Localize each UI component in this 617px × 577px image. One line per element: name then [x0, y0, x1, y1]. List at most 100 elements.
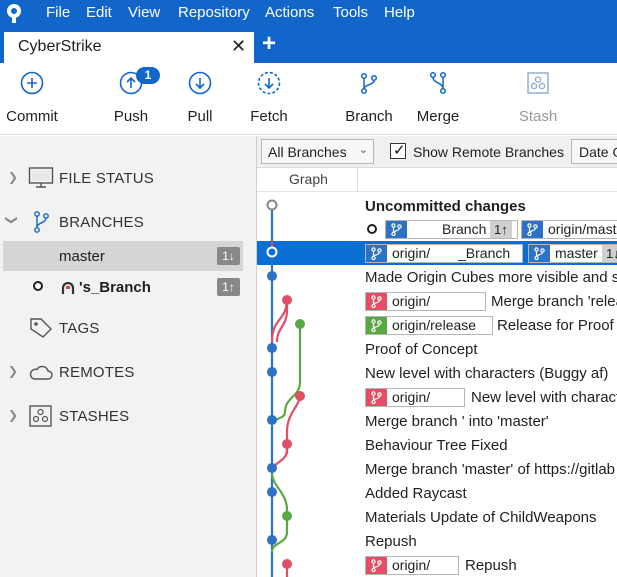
sidebar: ❯ FILE STATUS ❯ BRANCHES master 1↓ 's_Br…	[0, 136, 256, 577]
merge-button[interactable]: Merge	[403, 63, 473, 135]
new-tab-button[interactable]: +	[262, 32, 276, 56]
branch-label-text: Branch	[442, 221, 487, 237]
stash-button[interactable]: Stash	[503, 63, 573, 135]
branch-label-text: master	[555, 245, 598, 261]
commit-node	[282, 295, 292, 305]
sidebar-section-remotes[interactable]: ❯ REMOTES	[0, 356, 256, 388]
remote-label-chip[interactable]: origin/	[365, 292, 486, 311]
merge-icon	[429, 71, 447, 95]
branch-label-chip[interactable]: Branch 1↑	[385, 220, 518, 239]
branch-label-text: origin/release	[392, 317, 477, 333]
commit-node	[267, 487, 277, 497]
fetch-icon	[257, 71, 281, 95]
graph-lines	[270, 206, 302, 577]
commit-node	[267, 271, 277, 281]
remote-label-chip[interactable]: origin/release	[365, 316, 493, 335]
toolbar: Commit Push 1 Pull Fetch Branch Merge St…	[0, 63, 617, 135]
commit-node	[282, 511, 292, 521]
remotes-label: REMOTES	[59, 364, 135, 381]
uncommitted-node	[266, 199, 278, 211]
commit-label: Commit	[6, 108, 58, 125]
branch-icon	[366, 389, 387, 406]
graph-column-header[interactable]: Graph	[289, 171, 328, 187]
commit-message: Merge branch 'relea	[491, 293, 617, 310]
remote-label-chip[interactable]: origin/	[365, 556, 459, 575]
branch-label-text: origin/	[392, 293, 431, 309]
branch-behind-badge: 1↓	[217, 247, 240, 265]
tags-label: TAGS	[59, 320, 100, 337]
sidebar-branch-current[interactable]: 's_Branch 1↑	[3, 272, 243, 302]
commit-graph	[266, 199, 305, 577]
fetch-label: Fetch	[250, 108, 288, 125]
repo-tab[interactable]: CyberStrike ✕	[4, 32, 254, 63]
date-order-value: Date O	[579, 144, 617, 160]
commit-message: Merge branch 'master' of https://gitlab	[365, 461, 616, 478]
remote-label-chip[interactable]: origin/	[365, 388, 465, 407]
branch-label-text: origin/	[392, 389, 431, 405]
branch-label-text: origin/maste	[548, 221, 617, 237]
sidebar-section-stashes[interactable]: ❯ STASHES	[0, 400, 256, 432]
checkmark-icon: ✓	[393, 142, 406, 159]
branch-label-chip[interactable]: master 1↓	[528, 244, 617, 263]
menu-help[interactable]: Help	[384, 4, 415, 21]
monitor-icon	[28, 167, 54, 188]
commit-node	[267, 463, 277, 473]
branch-icon	[386, 221, 407, 238]
branch-icon	[366, 293, 387, 310]
stashes-label: STASHES	[59, 408, 130, 425]
menu-file[interactable]: File	[46, 4, 70, 21]
sidebar-section-tags[interactable]: TAGS	[0, 312, 256, 344]
remote-label-chip[interactable]: origin/ _Branch	[365, 244, 523, 263]
branch-filter-select[interactable]: All Branches ⌄	[261, 139, 374, 164]
history-filter-bar: All Branches ⌄ ✓ Show Remote Branches Da…	[257, 136, 617, 168]
branches-label: BRANCHES	[59, 214, 144, 231]
menu-view[interactable]: View	[128, 4, 160, 21]
sidebar-section-file-status[interactable]: ❯ FILE STATUS	[0, 162, 256, 194]
commit-message: Made Origin Cubes more visible and se	[365, 269, 617, 286]
menu-bar: File Edit View Repository Actions Tools …	[0, 0, 617, 26]
stash-icon	[29, 405, 52, 427]
branch-name: 's_Branch	[79, 279, 151, 296]
commit-node	[267, 367, 277, 377]
remote-label-chip[interactable]: origin/maste	[521, 220, 617, 239]
branch-icon	[529, 245, 550, 262]
branch-icon	[522, 221, 543, 238]
stash-label: Stash	[518, 108, 558, 125]
sidebar-branch-master[interactable]: master 1↓	[3, 241, 243, 271]
commit-node	[267, 415, 277, 425]
commit-button[interactable]: Commit	[0, 63, 67, 135]
chevron-right-icon: ❯	[8, 408, 19, 422]
pull-button[interactable]: Pull	[165, 63, 235, 135]
cloud-icon	[29, 365, 53, 380]
chevron-down-icon: ⌄	[358, 144, 368, 156]
commit-message: Behaviour Tree Fixed	[365, 437, 508, 454]
file-status-label: FILE STATUS	[59, 170, 154, 187]
sidebar-section-branches[interactable]: ❯ BRANCHES	[0, 206, 256, 238]
merge-label: Merge	[416, 108, 460, 125]
commit-message: Proof of Concept	[365, 341, 478, 358]
pull-label: Pull	[187, 108, 213, 125]
menu-actions[interactable]: Actions	[265, 4, 314, 21]
chevron-right-icon: ❯	[8, 170, 19, 184]
column-divider	[357, 168, 358, 192]
branch-label-text: origin/	[392, 557, 431, 573]
branch-button[interactable]: Branch	[334, 63, 404, 135]
commit-node	[267, 535, 277, 545]
tag-icon	[30, 318, 52, 338]
branch-icon	[366, 317, 387, 334]
show-remote-branches-checkbox[interactable]: ✓	[390, 142, 406, 159]
commit-icon	[20, 71, 44, 95]
date-order-select[interactable]: Date O	[571, 139, 617, 164]
branch-name: master	[59, 248, 105, 265]
menu-tools[interactable]: Tools	[333, 4, 368, 21]
menu-repository[interactable]: Repository	[178, 4, 250, 21]
commit-message: Merge branch ' into 'master'	[365, 413, 549, 430]
commit-node	[282, 439, 292, 449]
menu-edit[interactable]: Edit	[86, 4, 112, 21]
fetch-button[interactable]: Fetch	[234, 63, 304, 135]
close-tab-icon[interactable]: ✕	[231, 36, 246, 56]
repo-tab-title: CyberStrike	[18, 38, 102, 55]
branch-icon	[34, 211, 49, 233]
stash-icon	[527, 72, 549, 94]
branch-icon	[366, 245, 387, 262]
